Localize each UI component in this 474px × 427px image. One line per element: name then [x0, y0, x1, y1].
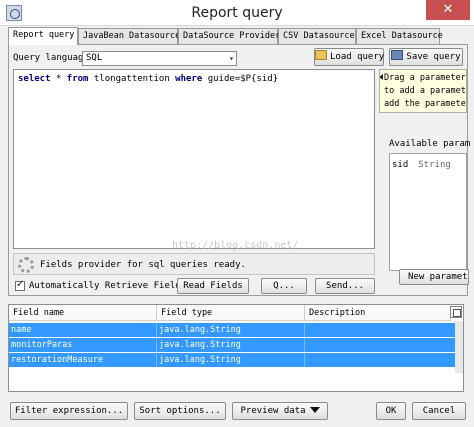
new-parameter-button[interactable]: New parameter	[399, 269, 469, 285]
table-row[interactable]: restorationMeasure java.lang.String	[9, 353, 455, 367]
query-token-select: select	[18, 74, 51, 84]
tab-javabean-datasource[interactable]: JavaBean Datasource	[78, 28, 180, 44]
cell-field-name: restorationMeasure	[9, 353, 157, 367]
column-header-description[interactable]: Description	[305, 305, 451, 321]
hint-line-2: to add a paramet	[384, 86, 466, 96]
parameter-hint: Drag a parameter to add a paramet add th…	[379, 69, 467, 113]
query-token-table: tlongattention	[93, 74, 170, 84]
table-scrollbar[interactable]	[455, 321, 463, 373]
available-parameters-title: Available param	[389, 139, 471, 149]
send-button[interactable]: Send...	[315, 278, 375, 294]
cell-field-type: java.lang.String	[157, 353, 305, 367]
query-token-condition: guide=$P{sid}	[207, 74, 279, 84]
status-area: Fields provider for sql queries ready.	[13, 253, 375, 275]
table-row[interactable]: monitorParas java.lang.String	[9, 338, 455, 352]
cancel-button[interactable]: Cancel	[412, 402, 466, 420]
preview-data-button[interactable]: Preview data	[232, 402, 328, 420]
ok-button[interactable]: OK	[376, 402, 406, 420]
available-parameters-list[interactable]: sid String	[389, 153, 467, 271]
column-header-field-name[interactable]: Field name	[9, 305, 157, 321]
watermark-text: http://blog.csdn.net/	[172, 240, 299, 251]
query-language-label: Query language	[13, 53, 89, 63]
parameter-item[interactable]: sid String	[392, 160, 451, 170]
save-icon	[391, 50, 404, 60]
column-chooser-icon[interactable]	[450, 306, 462, 318]
query-language-select[interactable]: SQL ▾	[82, 51, 237, 66]
load-query-label: Load query	[330, 52, 385, 62]
cell-description	[305, 353, 455, 367]
parameter-type: String	[418, 160, 451, 170]
save-query-button[interactable]: Save query	[389, 48, 463, 66]
title-bar: Report query ✕	[0, 0, 474, 26]
auto-retrieve-checkbox[interactable]	[15, 279, 25, 291]
cell-field-name: name	[9, 323, 157, 337]
save-query-label: Save query	[406, 52, 461, 62]
close-icon: ✕	[442, 2, 454, 17]
parameters-panel: Drag a parameter to add a paramet add th…	[379, 69, 471, 289]
tab-csv-datasource[interactable]: CSV Datasource	[278, 28, 356, 44]
tab-excel-datasource[interactable]: Excel Datasource	[356, 28, 443, 44]
chevron-down-icon: ▾	[229, 54, 234, 63]
cell-description	[305, 338, 455, 352]
sort-options-button[interactable]: Sort options...	[134, 402, 226, 420]
report-query-panel: Query language SQL ▾ Load query Save que…	[8, 44, 471, 296]
arrow-left-icon	[380, 74, 383, 80]
window-title: Report query	[191, 5, 283, 21]
parameter-name: sid	[392, 160, 409, 170]
close-button[interactable]: ✕	[426, 0, 470, 20]
cell-field-type: java.lang.String	[157, 323, 305, 337]
column-header-field-type[interactable]: Field type	[157, 305, 305, 321]
read-fields-button[interactable]: Read Fields	[177, 278, 249, 294]
query-language-value: SQL	[86, 53, 103, 63]
preview-data-label: Preview data	[240, 406, 306, 416]
cell-field-name: monitorParas	[9, 338, 157, 352]
table-row[interactable]: name java.lang.String	[9, 323, 455, 337]
status-message: Fields provider for sql queries ready.	[40, 260, 246, 270]
cell-field-type: java.lang.String	[157, 338, 305, 352]
query-token-where: where	[175, 74, 203, 84]
hint-line-3: add the paramete	[384, 99, 466, 109]
triangle-down-icon	[309, 407, 320, 413]
tab-report-query[interactable]: Report query	[8, 27, 78, 45]
auto-retrieve-label: Automatically Retrieve Fields	[29, 281, 187, 291]
load-query-button[interactable]: Load query	[314, 48, 384, 66]
footer-bar: Filter expression... Sort options... Pre…	[0, 396, 474, 427]
q-button[interactable]: Q...	[261, 278, 307, 294]
query-editor[interactable]: select * from tlongattention where guide…	[13, 69, 375, 251]
tab-datasource-provider[interactable]: DataSource Provider	[178, 28, 280, 44]
query-token-from: from	[66, 74, 89, 84]
filter-expression-button[interactable]: Filter expression...	[10, 402, 128, 420]
folder-open-icon	[315, 50, 327, 60]
cell-description	[305, 323, 455, 337]
hint-line-1: Drag a parameter	[384, 73, 466, 83]
fields-table: Field name Field type Description name j…	[8, 304, 464, 392]
query-token-star: *	[55, 74, 62, 84]
spinner-icon	[18, 257, 34, 273]
